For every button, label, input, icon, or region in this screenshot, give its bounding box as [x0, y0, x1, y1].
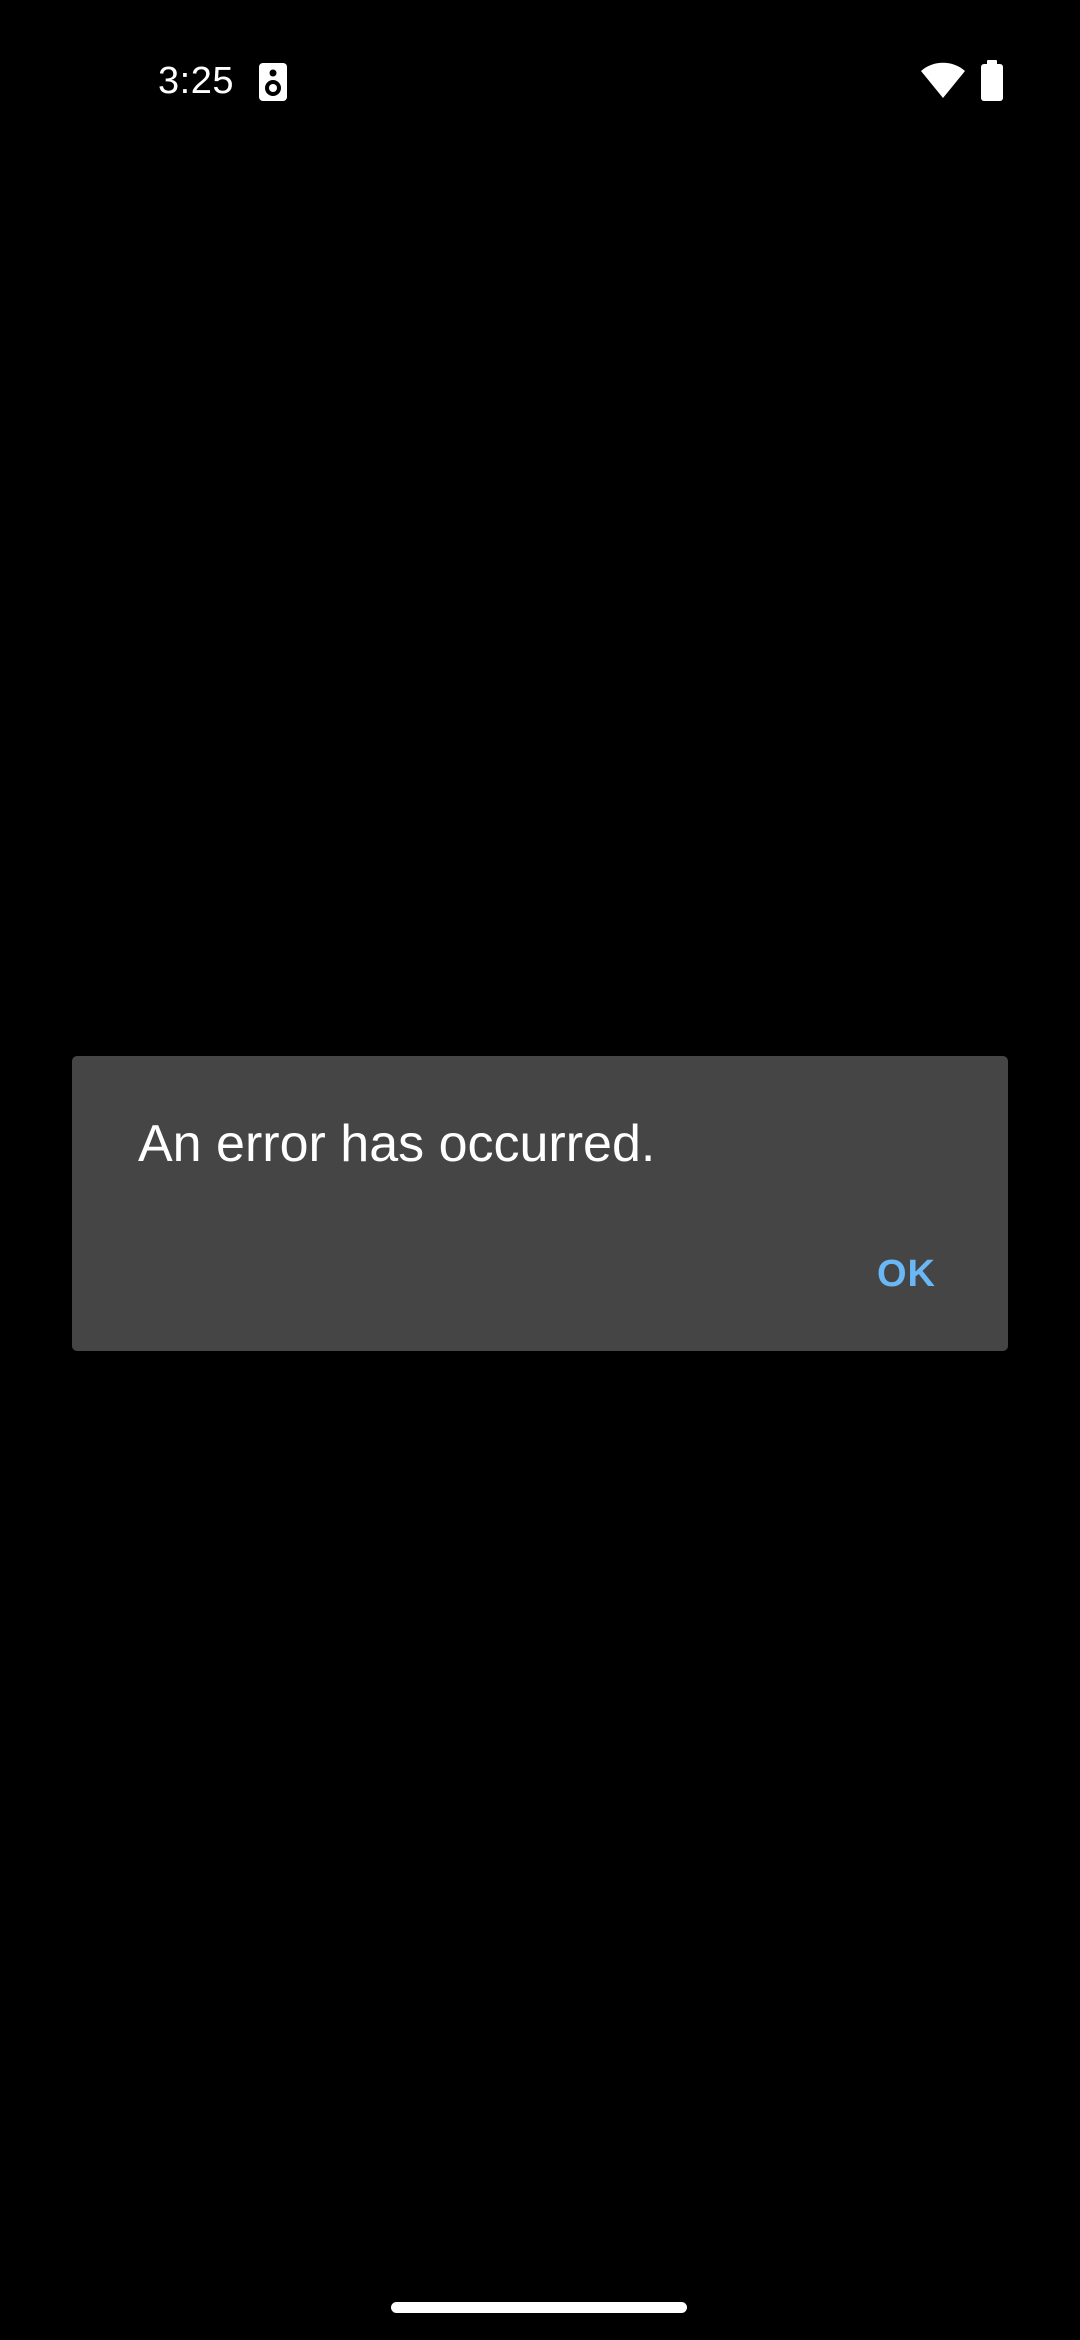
- speaker-icon: [258, 62, 288, 102]
- gesture-nav-handle[interactable]: [391, 2302, 687, 2313]
- battery-icon: [980, 60, 1004, 102]
- ok-button[interactable]: OK: [858, 1234, 948, 1314]
- error-dialog: An error has occurred. OK: [72, 1056, 1008, 1351]
- status-time: 3:25: [158, 60, 234, 102]
- status-bar: 3:25: [0, 0, 1080, 165]
- wifi-icon: [920, 60, 966, 100]
- dialog-message: An error has occurred.: [138, 1115, 656, 1173]
